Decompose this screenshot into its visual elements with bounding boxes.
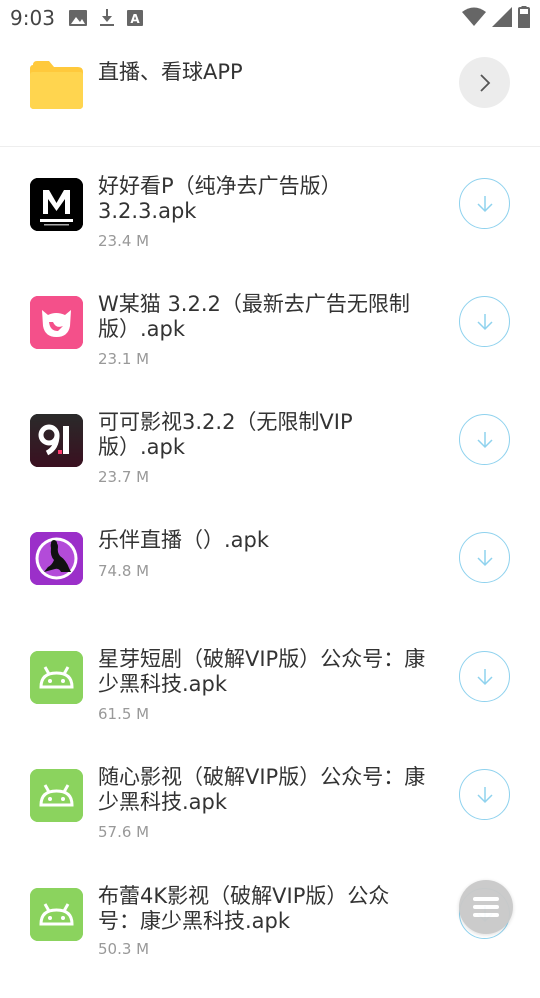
status-icons-right <box>462 6 530 28</box>
download-button[interactable] <box>459 769 510 820</box>
download-button[interactable] <box>459 178 510 229</box>
file-row[interactable]: 可可影视3.2.2（无限制VIP 版）.apk 23.7 M <box>0 410 540 524</box>
image-icon <box>68 10 87 26</box>
cat-app-icon <box>30 296 83 349</box>
battery-icon <box>518 6 530 28</box>
a-badge-icon: A <box>126 10 143 26</box>
open-folder-button[interactable] <box>459 57 510 108</box>
folder-row[interactable]: 直播、看球APP <box>0 50 540 146</box>
status-bar: 9:03 A <box>0 0 540 36</box>
file-row[interactable]: 随心影视（破解VIP版）公众号：康 少黑科技.apk 57.6 M <box>0 765 540 879</box>
android-icon <box>30 769 83 822</box>
file-row[interactable]: 星芽短剧（破解VIP版）公众号：康 少黑科技.apk 61.5 M <box>0 647 540 761</box>
file-size: 23.1 M <box>98 350 150 368</box>
file-size: 23.4 M <box>98 232 150 250</box>
file-name: 布蕾4K影视（破解VIP版）公众 号：康少黑科技.apk <box>98 884 390 933</box>
folder-icon <box>30 61 83 109</box>
download-arrow-icon <box>476 668 493 685</box>
file-size: 50.3 M <box>98 940 150 958</box>
download-button[interactable] <box>459 296 510 347</box>
file-name: 好好看P（纯净去广告版） 3.2.3.apk <box>98 174 342 223</box>
folder-title: 直播、看球APP <box>98 60 243 84</box>
download-arrow-icon <box>476 431 493 448</box>
download-button[interactable] <box>459 414 510 465</box>
file-size: 23.7 M <box>98 468 150 486</box>
silhouette-app-icon <box>30 532 83 585</box>
menu-icon <box>473 897 499 917</box>
wifi-icon <box>462 7 486 26</box>
file-size: 61.5 M <box>98 705 150 723</box>
chevron-right-icon <box>479 73 490 92</box>
download-arrow-icon <box>476 195 493 212</box>
file-name: 星芽短剧（破解VIP版）公众号：康 少黑科技.apk <box>98 647 426 696</box>
m-app-icon <box>30 178 83 231</box>
file-name: 乐伴直播（）.apk <box>98 528 270 552</box>
status-icons-left: A <box>68 9 143 27</box>
signal-icon <box>492 7 512 27</box>
file-row[interactable]: 乐伴直播（）.apk 74.8 M <box>0 528 540 642</box>
file-row[interactable]: 好好看P（纯净去广告版） 3.2.3.apk 23.4 M <box>0 174 540 288</box>
floating-menu-button[interactable] <box>459 880 513 934</box>
android-icon <box>30 888 83 941</box>
download-icon <box>99 9 114 26</box>
file-name: W某猫 3.2.2（最新去广告无限制 版）.apk <box>98 292 410 341</box>
download-button[interactable] <box>459 532 510 583</box>
svg-text:A: A <box>130 12 140 26</box>
download-arrow-icon <box>476 786 493 803</box>
file-row[interactable]: W某猫 3.2.2（最新去广告无限制 版）.apk 23.1 M <box>0 292 540 406</box>
file-size: 74.8 M <box>98 562 150 580</box>
download-button[interactable] <box>459 651 510 702</box>
file-size: 57.6 M <box>98 823 150 841</box>
download-arrow-icon <box>476 549 493 566</box>
download-arrow-icon <box>476 313 493 330</box>
file-name: 随心影视（破解VIP版）公众号：康 少黑科技.apk <box>98 765 426 814</box>
91-app-icon <box>30 414 83 467</box>
divider <box>0 146 540 147</box>
status-time: 9:03 <box>10 6 55 30</box>
file-name: 可可影视3.2.2（无限制VIP 版）.apk <box>98 410 353 459</box>
android-icon <box>30 651 83 704</box>
